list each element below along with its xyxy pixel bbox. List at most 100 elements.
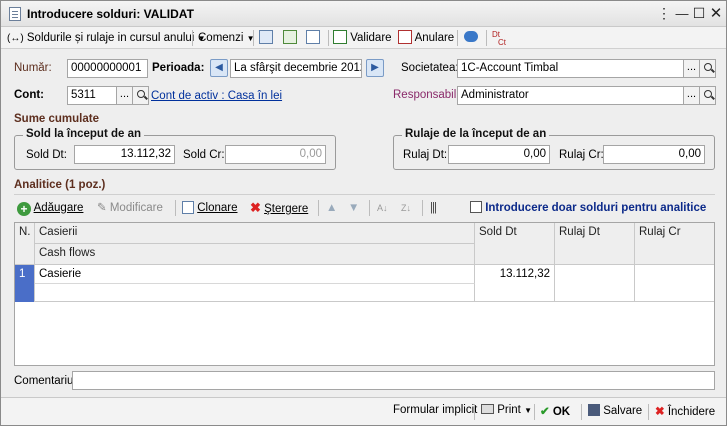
- delete-row-button[interactable]: ✖ Ştergere: [250, 199, 308, 217]
- sold-dt-cell[interactable]: 13.112,32: [475, 265, 555, 302]
- analitice-title: Analitice (1 poz.): [14, 179, 106, 191]
- responsabil-label: Responsabil:: [393, 89, 460, 101]
- default-form-button[interactable]: Formular implicit: [393, 404, 477, 416]
- print-button[interactable]: Print ▼: [481, 404, 532, 416]
- title-bar: Introducere solduri: VALIDAT ⋮ — ☐ ✕: [1, 1, 726, 27]
- anulare-button[interactable]: Anulare: [398, 29, 454, 47]
- ledger-icon: [259, 30, 273, 44]
- col-header-rulaj-dt[interactable]: Rulaj Dt: [555, 223, 635, 265]
- close-x-icon: ✖: [655, 406, 665, 418]
- search-icon: [703, 90, 712, 98]
- cont-description-link[interactable]: Cont de activ : Casa în lei: [151, 90, 282, 102]
- comenzi-menu-button[interactable]: Comenzi ▼: [198, 29, 255, 47]
- close-window-button[interactable]: ✕: [706, 4, 726, 23]
- analytics-only-label: Introducere doar solduri pentru analitic…: [485, 202, 707, 214]
- toolbar-separator: [369, 200, 370, 216]
- arrow-down-icon: ▼: [348, 202, 360, 214]
- sort-desc-button[interactable]: Z↓: [401, 199, 411, 217]
- sold-cr-input[interactable]: 0,00: [225, 145, 326, 164]
- analytics-table[interactable]: N. Casierii Cash flows Sold Dt Rulaj Dt …: [14, 222, 715, 366]
- toolbar-separator: [581, 404, 582, 420]
- toolbar-separator: [486, 30, 487, 46]
- sold-dt-input[interactable]: 13.112,32: [74, 145, 175, 164]
- perioada-input[interactable]: La sfârşit decembrie 2012: [230, 59, 362, 78]
- toolbar: (↔) Soldurile și rulaje in cursul anului…: [1, 27, 726, 49]
- sort-ascending-icon: A↓: [377, 203, 388, 213]
- checkmark-icon: ✔: [540, 406, 550, 418]
- cont-open-button[interactable]: [132, 86, 149, 105]
- cont-input[interactable]: 5311: [67, 86, 117, 105]
- col-header-sold-dt[interactable]: Sold Dt: [475, 223, 555, 265]
- print-label: Print: [497, 404, 521, 416]
- sort-asc-button[interactable]: A↓: [377, 199, 388, 217]
- move-down-button[interactable]: ▼: [348, 199, 359, 217]
- rulaj-dt-input[interactable]: 0,00: [448, 145, 550, 164]
- sold-dt-label: Sold Dt:: [26, 149, 67, 161]
- arrow-right-icon: ▶: [371, 62, 379, 73]
- previous-period-button[interactable]: ◀: [210, 59, 228, 77]
- casierii-cell[interactable]: Casierie: [35, 265, 475, 284]
- solduri-menu-button[interactable]: (↔) Soldurile și rulaje in cursul anului…: [7, 29, 205, 47]
- societatea-select-button[interactable]: ...: [683, 59, 700, 78]
- responsabil-select-button[interactable]: ...: [683, 86, 700, 105]
- toolbar-separator: [534, 404, 535, 420]
- rulaj-cr-label: Rulaj Cr:: [559, 149, 604, 161]
- row-number-cell[interactable]: 1: [15, 265, 35, 302]
- checkbox-icon: [470, 201, 482, 213]
- ok-button[interactable]: ✔ OK: [540, 404, 570, 418]
- search-icon: [703, 63, 712, 71]
- dt-ct-button[interactable]: Dt Ct: [492, 31, 506, 49]
- save-button[interactable]: Salvare: [588, 404, 642, 417]
- numar-input[interactable]: 00000000001: [67, 59, 148, 78]
- more-icon[interactable]: ⋮: [654, 4, 674, 23]
- toolbar-separator: [192, 30, 193, 46]
- societatea-input[interactable]: 1C-Account Timbal: [457, 59, 684, 78]
- window-title: Introducere solduri: VALIDAT: [27, 7, 194, 21]
- document-window: Introducere solduri: VALIDAT ⋮ — ☐ ✕ (↔)…: [0, 0, 727, 426]
- col-header-rulaj-cr[interactable]: Rulaj Cr: [635, 223, 714, 265]
- new-copy-button[interactable]: [306, 29, 320, 47]
- speech-bubble-icon: [464, 31, 478, 42]
- move-up-button[interactable]: ▲: [326, 199, 337, 217]
- divider: [14, 194, 715, 195]
- toolbar-separator: [318, 200, 319, 216]
- next-period-button[interactable]: ▶: [366, 59, 384, 77]
- unpost-document-icon: [398, 30, 412, 44]
- col-header-n[interactable]: N.: [15, 223, 35, 265]
- analytics-only-checkbox[interactable]: Introducere doar solduri pentru analitic…: [470, 199, 706, 217]
- cont-label: Cont:: [14, 89, 45, 101]
- comment-input[interactable]: [72, 371, 715, 390]
- responsabil-open-button[interactable]: [699, 86, 716, 105]
- rulaj-cr-cell[interactable]: [635, 265, 714, 302]
- clone-row-button[interactable]: Clonare: [182, 199, 237, 217]
- societatea-open-button[interactable]: [699, 59, 716, 78]
- col-header-cash-flows[interactable]: Cash flows: [35, 244, 475, 265]
- toolbar-separator: [457, 30, 458, 46]
- ok-label: OK: [552, 406, 571, 418]
- refresh-button[interactable]: [283, 29, 297, 47]
- modify-row-button[interactable]: ✎ Modificare: [97, 199, 163, 217]
- close-button[interactable]: ✖ Închidere: [655, 404, 715, 418]
- numar-label: Număr:: [14, 62, 52, 74]
- col-header-casierii[interactable]: Casierii: [35, 223, 475, 244]
- add-row-button[interactable]: + Adăugare: [17, 199, 83, 217]
- toolbar-separator: [422, 200, 423, 216]
- sume-cumulate-title: Sume cumulate: [14, 113, 99, 125]
- close-label: Închidere: [667, 406, 716, 418]
- ledger-button[interactable]: [259, 29, 273, 47]
- rulaj-dt-cell[interactable]: [555, 265, 635, 302]
- validare-button[interactable]: Validare: [333, 29, 392, 47]
- toolbar-separator: [253, 30, 254, 46]
- barcode-button[interactable]: |||: [430, 199, 437, 217]
- add-row-label: Adăugare: [33, 202, 84, 214]
- clone-row-label: Clonare: [197, 202, 238, 214]
- cash-flows-cell[interactable]: [35, 284, 475, 302]
- cont-select-button[interactable]: ...: [116, 86, 133, 105]
- responsabil-input[interactable]: Administrator: [457, 86, 684, 105]
- discussion-button[interactable]: [464, 29, 478, 47]
- plus-circle-icon: +: [17, 202, 31, 216]
- arrow-up-icon: ▲: [326, 202, 338, 214]
- rulaj-cr-input[interactable]: 0,00: [603, 145, 705, 164]
- toolbar-separator: [328, 30, 329, 46]
- chevron-down-icon: ▼: [524, 406, 532, 415]
